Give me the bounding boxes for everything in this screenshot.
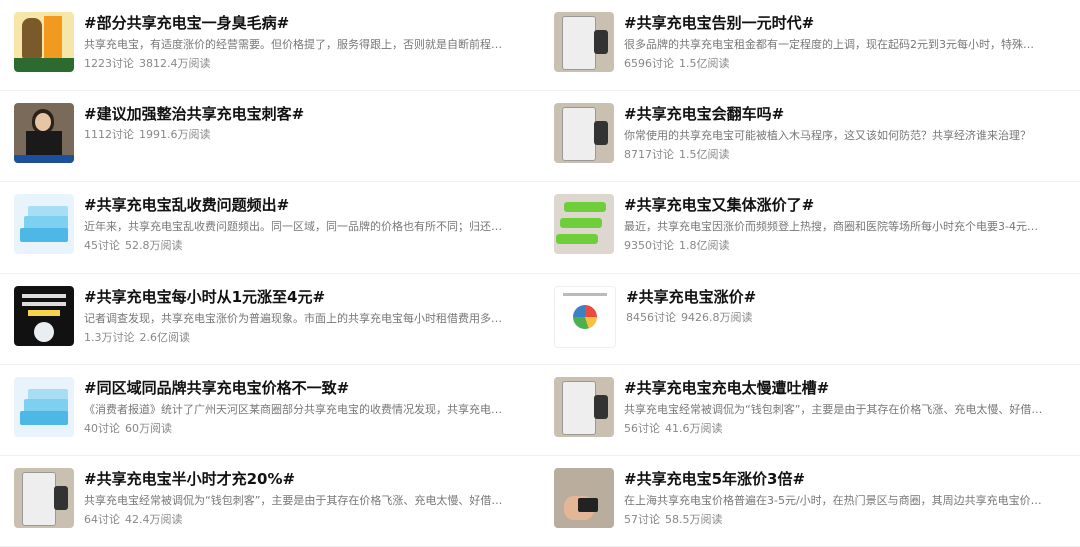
topic-item[interactable]: #共享充电宝半小时才充20%# 共享充电宝经常被调侃为“钱包刺客”，主要是由于其… (0, 456, 540, 547)
read-count: 1.5亿阅读 (679, 57, 730, 70)
read-count: 41.6万阅读 (665, 421, 723, 435)
charging-station-thumbnail (14, 467, 74, 528)
discussion-count: 9350讨论 (624, 239, 674, 253)
topic-stats: 56讨论 41.6万阅读 (624, 421, 1068, 436)
topic-item[interactable]: #共享充电宝充电太慢遭吐槽# 共享充电宝经常被调侃为“钱包刺客”，主要是由于其存… (540, 365, 1080, 456)
read-count: 60万阅读 (125, 421, 172, 435)
topic-description: 你常使用的共享充电宝可能被植入木马程序，这又该如何防范？共享经济谁来治理？ (624, 129, 1031, 143)
topic-description: 《消费者报道》统计了广州天河区某商圈部分共享充电宝的收费情况发现，共享充电宝每小… (84, 402, 504, 416)
topic-stats: 8456讨论 9426.8万阅读 (626, 310, 1068, 325)
topic-stats: 1112讨论 1991.6万阅读 (84, 127, 528, 142)
topic-stats: 64讨论 42.4万阅读 (84, 512, 528, 527)
read-count: 58.5万阅读 (665, 512, 723, 526)
read-count: 52.8万阅读 (125, 239, 183, 253)
topic-title[interactable]: #共享充电宝充电太慢遭吐槽# (624, 378, 1068, 398)
discussion-count: 57讨论 (624, 512, 660, 526)
topic-title[interactable]: #共享充电宝涨价# (626, 287, 1068, 307)
topic-title[interactable]: #建议加强整治共享充电宝刺客# (84, 104, 528, 124)
charging-station-thumbnail (554, 376, 614, 437)
discussion-count: 45讨论 (84, 239, 120, 253)
topic-description: 记者调查发现，共享充电宝涨价为普遍现象。市面上的共享充电宝每小时租借费用多为3元… (84, 311, 504, 325)
topic-item[interactable]: #共享充电宝告别一元时代# 很多品牌的共享充电宝租金都有一定程度的上调，现在起码… (540, 0, 1080, 92)
power-bank-blue-thumbnail (14, 194, 74, 255)
topic-stats: 45讨论 52.8万阅读 (84, 238, 528, 253)
power-bank-blue-thumbnail (14, 376, 74, 437)
topic-item[interactable]: #共享充电宝每小时从1元涨至4元# 记者调查发现，共享充电宝涨价为普遍现象。市面… (0, 274, 540, 365)
discussion-count: 40讨论 (84, 421, 120, 435)
read-count: 1.8亿阅读 (679, 239, 730, 253)
topic-title[interactable]: #同区域同品牌共享充电宝价格不一致# (84, 378, 528, 398)
topic-item[interactable]: #共享充电宝会翻车吗# 你常使用的共享充电宝可能被植入木马程序，这又该如何防范？… (540, 91, 1080, 183)
read-count: 42.4万阅读 (125, 512, 183, 526)
discussion-count: 8717讨论 (624, 148, 674, 162)
topic-item[interactable]: #共享充电宝又集体涨价了# 最近，共享充电宝因涨价而频频登上热搜，商圈和医院等场… (540, 182, 1080, 274)
topic-item[interactable]: #共享充电宝涨价# 8456讨论 9426.8万阅读 (540, 274, 1080, 365)
charging-station-thumbnail (554, 103, 614, 164)
topic-title[interactable]: #共享充电宝又集体涨价了# (624, 195, 1068, 215)
topic-item[interactable]: #同区域同品牌共享充电宝价格不一致# 《消费者报道》统计了广州天河区某商圈部分共… (0, 365, 540, 456)
topic-description: 共享充电宝经常被调侃为“钱包刺客”，主要是由于其存在价格飞涨、充电太慢、好借难还… (624, 402, 1044, 416)
topic-title[interactable]: #部分共享充电宝一身臭毛病# (84, 13, 528, 33)
discussion-count: 64讨论 (84, 512, 120, 526)
topic-grid: #部分共享充电宝一身臭毛病# 共享充电宝，有适度涨价的经营需要。但价格提了，服务… (0, 0, 1080, 547)
topic-stats: 8717讨论 1.5亿阅读 (624, 147, 1068, 162)
read-count: 1.5亿阅读 (679, 148, 730, 162)
topic-title[interactable]: #共享充电宝半小时才充20%# (84, 469, 528, 489)
topic-column-left: #部分共享充电宝一身臭毛病# 共享充电宝，有适度涨价的经营需要。但价格提了，服务… (0, 0, 540, 547)
topic-description: 共享充电宝经常被调侃为“钱包刺客”，主要是由于其存在价格飞涨、充电太慢、好借难还… (84, 493, 504, 507)
discussion-count: 1112讨论 (84, 128, 134, 142)
read-count: 9426.8万阅读 (681, 310, 753, 324)
topic-stats: 1223讨论 3812.4万阅读 (84, 56, 528, 71)
pie-chart-thumbnail (554, 285, 616, 348)
topic-item[interactable]: #建议加强整治共享充电宝刺客# 1112讨论 1991.6万阅读 (0, 91, 540, 183)
topic-title[interactable]: #共享充电宝5年涨价3倍# (624, 469, 1068, 489)
topic-stats: 6596讨论 1.5亿阅读 (624, 56, 1068, 71)
read-count: 3812.4万阅读 (139, 57, 211, 70)
poster-thumbnail (14, 12, 74, 72)
read-count: 1991.6万阅读 (139, 128, 211, 142)
discussion-count: 56讨论 (624, 421, 660, 435)
topic-description: 共享充电宝，有适度涨价的经营需要。但价格提了，服务得跟上，否则就是自断前程。重视… (84, 38, 504, 51)
topic-stats: 9350讨论 1.8亿阅读 (624, 238, 1068, 253)
topic-description: 近年来，共享充电宝乱收费问题频出。同一区域，同一品牌的价格也有所不同；归还后仍在… (84, 220, 504, 234)
discussion-count: 1223讨论 (84, 57, 134, 70)
topic-title[interactable]: #共享充电宝每小时从1元涨至4元# (84, 287, 528, 307)
topic-stats: 40讨论 60万阅读 (84, 421, 528, 436)
topic-title[interactable]: #共享充电宝告别一元时代# (624, 13, 1068, 33)
discussion-count: 1.3万讨论 (84, 330, 135, 344)
topic-description: 在上海共享充电宝价格普遍在3-5元/小时，在热门景区与商圈，其周边共享充电宝价格… (624, 493, 1044, 507)
topic-stats: 57讨论 58.5万阅读 (624, 512, 1068, 527)
discussion-count: 8456讨论 (626, 310, 676, 324)
power-bank-green-thumbnail (554, 194, 614, 255)
topic-stats: 1.3万讨论 2.6亿阅读 (84, 330, 528, 345)
topic-item[interactable]: #部分共享充电宝一身臭毛病# 共享充电宝，有适度涨价的经营需要。但价格提了，服务… (0, 0, 540, 92)
read-count: 2.6亿阅读 (139, 330, 191, 344)
topic-item[interactable]: #共享充电宝乱收费问题频出# 近年来，共享充电宝乱收费问题频出。同一区域，同一品… (0, 182, 540, 274)
topic-title[interactable]: #共享充电宝乱收费问题频出# (84, 195, 528, 215)
news-anchor-thumbnail (14, 103, 74, 164)
hand-phone-thumbnail (554, 467, 614, 528)
topic-description: 很多品牌的共享充电宝租金都有一定程度的上调，现在起码2元到3元每小时，特殊的高消… (624, 38, 1044, 51)
charging-station-thumbnail (554, 12, 614, 72)
dark-poster-thumbnail (14, 285, 74, 346)
topic-item[interactable]: #共享充电宝5年涨价3倍# 在上海共享充电宝价格普遍在3-5元/小时，在热门景区… (540, 456, 1080, 547)
discussion-count: 6596讨论 (624, 57, 674, 70)
topic-description: 最近，共享充电宝因涨价而频频登上热搜，商圈和医院等场所每小时充个电要3-4元，酒… (624, 220, 1044, 234)
topic-column-right: #共享充电宝告别一元时代# 很多品牌的共享充电宝租金都有一定程度的上调，现在起码… (540, 0, 1080, 547)
topic-title[interactable]: #共享充电宝会翻车吗# (624, 104, 1068, 124)
